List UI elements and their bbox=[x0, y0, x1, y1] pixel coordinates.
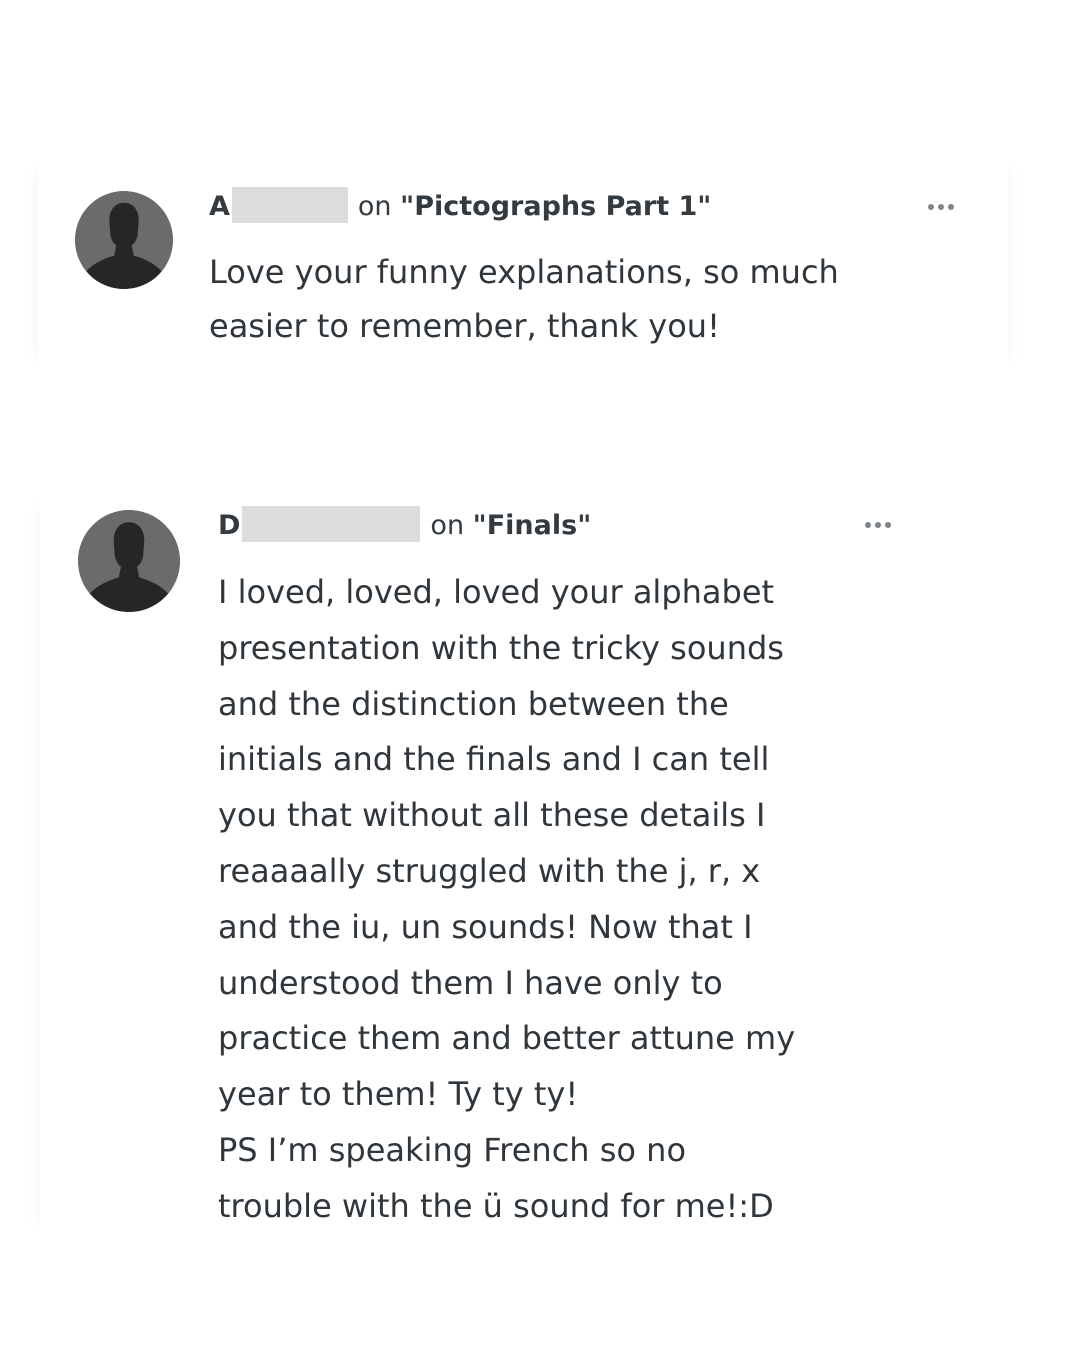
author-name[interactable]: D bbox=[218, 509, 240, 543]
default-user-avatar-icon bbox=[78, 510, 180, 612]
redacted-name bbox=[242, 505, 421, 542]
more-options-button[interactable] bbox=[861, 514, 901, 538]
more-options-button[interactable] bbox=[924, 196, 964, 220]
redacted-name bbox=[231, 186, 348, 223]
comment-header: Aon "Pictographs Part 1" bbox=[209, 186, 711, 224]
comment-body: Love your funny explanations, so much ea… bbox=[209, 253, 839, 345]
comment-header: Don "Finals" bbox=[218, 505, 592, 543]
default-user-avatar-icon bbox=[75, 191, 173, 289]
on-label: on bbox=[430, 510, 465, 541]
on-label: on bbox=[357, 191, 392, 222]
comment-card: Aon "Pictographs Part 1" Love your funny… bbox=[38, 150, 1008, 376]
more-horizontal-icon bbox=[928, 204, 934, 210]
post-title-link[interactable]: "Finals" bbox=[473, 510, 592, 541]
comment-body: I loved, loved, loved your alphabet pres… bbox=[218, 573, 796, 1225]
user-avatar[interactable] bbox=[78, 510, 180, 612]
more-horizontal-icon bbox=[865, 522, 871, 528]
comment-card: Don "Finals" I loved, loved, loved your … bbox=[40, 490, 1040, 1242]
user-avatar[interactable] bbox=[75, 191, 173, 289]
author-name[interactable]: A bbox=[209, 190, 230, 224]
post-title-link[interactable]: "Pictographs Part 1" bbox=[400, 191, 711, 222]
